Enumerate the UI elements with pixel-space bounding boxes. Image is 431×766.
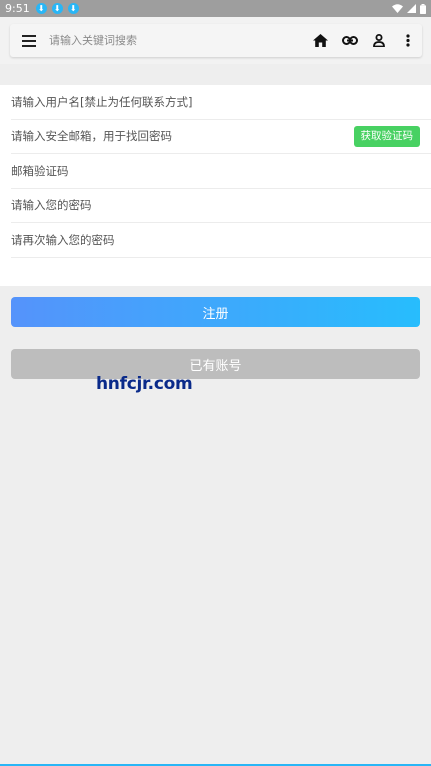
home-icon[interactable] [306,24,335,57]
search-input[interactable] [48,34,306,47]
username-row [11,85,431,120]
more-vert-icon[interactable] [393,24,422,57]
watermark: hnfcjr.com [96,374,193,394]
have-account-button[interactable]: 已有账号 [11,349,420,379]
app-header [0,17,431,64]
user-icon[interactable] [364,24,393,57]
get-code-button[interactable]: 获取验证码 [353,125,420,147]
battery-icon [420,3,426,14]
register-form: 获取验证码 [0,85,431,286]
download-icon: ⬇ [67,3,79,14]
wifi-icon [392,4,403,13]
signal-icon [407,4,416,13]
email-input[interactable] [11,129,341,144]
confirm-password-row [11,223,431,258]
code-row [11,154,431,189]
search-bar [10,24,422,57]
menu-icon[interactable] [10,24,48,57]
link-icon[interactable] [335,24,364,57]
download-icon: ⬇ [35,3,47,14]
status-time: 9:51 [5,2,30,15]
status-bar: 9:51 ⬇ ⬇ ⬇ [0,0,431,17]
username-input[interactable] [11,94,341,109]
password-input[interactable] [11,198,341,213]
password-row [11,189,431,223]
email-row: 获取验证码 [11,120,431,154]
confirm-password-input[interactable] [11,232,341,247]
email-code-input[interactable] [11,163,341,178]
download-icon: ⬇ [51,3,63,14]
register-button[interactable]: 注册 [11,297,420,327]
